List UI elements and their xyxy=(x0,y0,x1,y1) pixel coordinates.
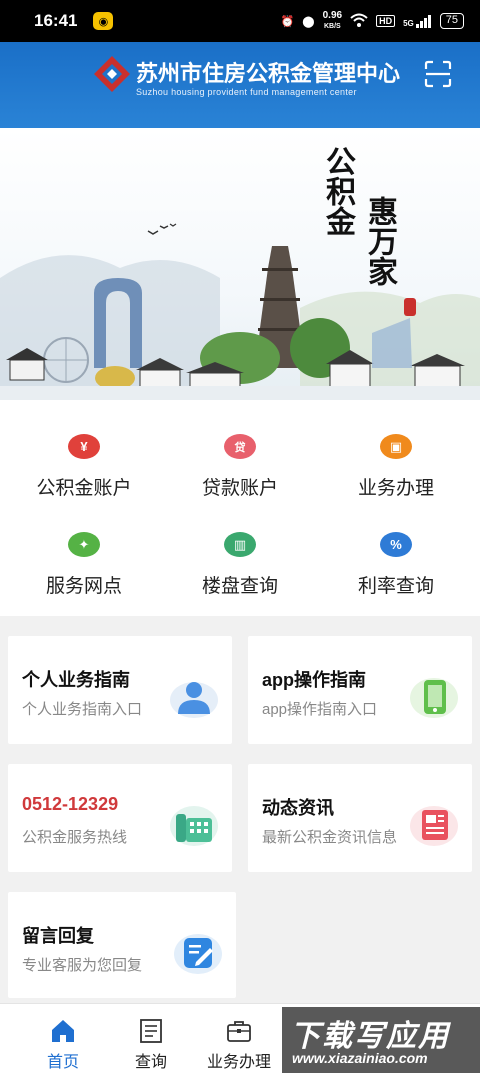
quick-item-label: 利率查询 xyxy=(357,576,434,597)
card-title: 动态资讯 xyxy=(262,798,334,818)
card-subtitle: 专业客服为您回复 xyxy=(22,957,143,974)
card-title: 个人业务指南 xyxy=(22,670,130,690)
banner-slogan-right: 惠万家 xyxy=(362,196,397,286)
telephone-icon xyxy=(170,806,218,846)
quick-item-label: 服务网点 xyxy=(45,576,122,597)
quick-item-label: 业务办理 xyxy=(357,478,434,499)
nav-label: 首页 xyxy=(46,1054,79,1071)
hotline-number: 0512-12329 xyxy=(22,794,119,814)
quick-item-label: 公积金账户 xyxy=(36,478,132,499)
nav-home[interactable]: 首页 xyxy=(18,1004,108,1073)
diamond-logo-icon xyxy=(94,56,130,92)
location-map-icon: ✦ xyxy=(68,532,100,557)
percent-icon: % xyxy=(380,532,412,557)
quick-item-loan-account[interactable]: 贷 贷款账户 xyxy=(160,400,320,500)
money-bag-icon: ¥ xyxy=(68,434,100,459)
watermark-text: 下载写应用 xyxy=(290,1020,450,1053)
message-icon xyxy=(174,934,222,974)
briefcase-icon: ▣ xyxy=(380,434,412,459)
quick-item-property-query[interactable]: ▥ 楼盘查询 xyxy=(160,498,320,598)
city-skyline-illustration xyxy=(0,223,480,400)
location-icon: ⬤ xyxy=(302,15,315,28)
status-bar: 16:41 ◉ ⏰ ⬤ 0.96 KB/S HD 5G 75 xyxy=(0,0,480,42)
quick-item-fund-account[interactable]: ¥ 公积金账户 xyxy=(4,400,164,500)
card-personal-guide[interactable]: 个人业务指南 个人业务指南入口 xyxy=(8,636,232,744)
card-app-guide[interactable]: app操作指南 app操作指南入口 xyxy=(248,636,472,744)
hd-badge: HD xyxy=(376,15,396,27)
app-header: 苏州市住房公积金管理中心 Suzhou housing provident fu… xyxy=(0,42,480,128)
document-icon xyxy=(140,1019,162,1043)
site-watermark: 下载写应用 www.xiazainiao.com xyxy=(282,1007,480,1073)
quick-item-label: 贷款账户 xyxy=(201,478,278,499)
person-icon xyxy=(170,682,218,718)
nav-label: 业务办理 xyxy=(206,1054,271,1071)
nav-business[interactable]: 业务办理 xyxy=(194,1004,284,1073)
nav-label: 查询 xyxy=(134,1054,167,1071)
banner-slogan-left: 公积金 xyxy=(320,146,355,236)
home-icon xyxy=(52,1020,74,1042)
speed-value: 0.96 xyxy=(322,9,343,21)
card-subtitle: 最新公积金资讯信息 xyxy=(262,829,398,846)
quick-item-service-outlets[interactable]: ✦ 服务网点 xyxy=(4,498,164,598)
phone-icon xyxy=(410,678,458,718)
status-right-group: ⏰ ⬤ 0.96 KB/S HD 5G 75 xyxy=(280,9,464,32)
battery-indicator: 75 xyxy=(439,13,464,29)
card-title: 留言回复 xyxy=(22,926,94,946)
card-subtitle: 公积金服务热线 xyxy=(22,829,128,846)
quick-menu: ¥ 公积金账户 贷 贷款账户 ▣ 业务办理 ✦ 服务网点 ▥ 楼盘查询 % 利率… xyxy=(0,400,480,616)
card-hotline[interactable]: 0512-12329 公积金服务热线 xyxy=(8,764,232,872)
status-time: 16:41 xyxy=(34,11,78,30)
wifi-icon xyxy=(350,13,368,30)
loan-bag-icon: 贷 xyxy=(224,434,256,459)
alarm-icon: ⏰ xyxy=(280,15,295,28)
scan-icon[interactable] xyxy=(424,60,452,88)
page-title: 苏州市住房公积金管理中心 xyxy=(136,61,401,87)
card-news[interactable]: 动态资讯 最新公积金资讯信息 xyxy=(248,764,472,872)
speed-unit: KB/S xyxy=(323,22,341,30)
hero-banner[interactable]: 公积金 惠万家 xyxy=(0,128,480,400)
quick-item-label: 楼盘查询 xyxy=(201,576,278,597)
signal-icon: 5G xyxy=(403,14,432,28)
network-speed: 0.96 KB/S xyxy=(322,9,343,32)
building-icon: ▥ xyxy=(224,532,256,557)
briefcase-icon xyxy=(227,1021,251,1042)
network-type: 5G xyxy=(403,18,414,28)
nav-query[interactable]: 查询 xyxy=(106,1004,196,1073)
card-message-reply[interactable]: 留言回复 专业客服为您回复 xyxy=(8,892,236,998)
quick-item-rate-query[interactable]: % 利率查询 xyxy=(316,498,476,598)
news-icon xyxy=(410,806,458,846)
quick-item-business[interactable]: ▣ 业务办理 xyxy=(316,400,476,500)
page-subtitle: Suzhou housing provident fund management… xyxy=(136,87,357,97)
card-subtitle: 个人业务指南入口 xyxy=(22,701,143,718)
app-notification-icon: ◉ xyxy=(93,12,114,30)
watermark-url: www.xiazainiao.com xyxy=(292,1050,428,1066)
card-subtitle: app操作指南入口 xyxy=(262,701,378,718)
card-title: app操作指南 xyxy=(262,670,367,690)
